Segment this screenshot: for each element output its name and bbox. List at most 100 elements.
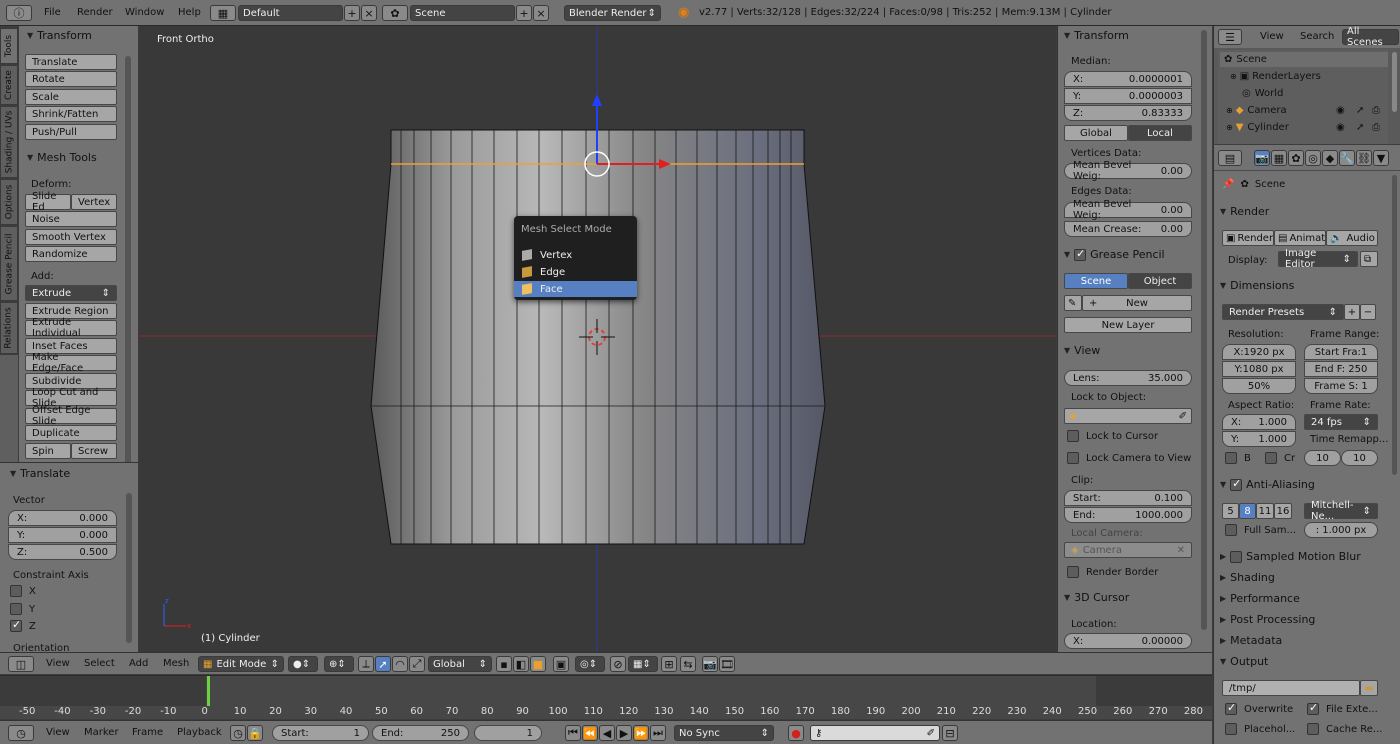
aa-samples-16[interactable]: 16 bbox=[1274, 503, 1292, 519]
placeholders-checkbox[interactable] bbox=[1225, 723, 1237, 735]
pivot-point-select[interactable]: ⊕⇕ bbox=[324, 656, 354, 672]
timeline-menu-view[interactable]: View bbox=[46, 727, 70, 738]
constraint-z-checkbox[interactable] bbox=[10, 618, 22, 632]
3d-cursor-header[interactable]: ▼ 3D Cursor bbox=[1064, 591, 1129, 604]
menu-help[interactable]: Help bbox=[178, 7, 201, 18]
menu-file[interactable]: File bbox=[44, 7, 61, 18]
grease-pencil-checkbox[interactable] bbox=[1074, 247, 1087, 261]
render-camera-icon[interactable]: ⎙ bbox=[1372, 105, 1380, 116]
timeline-menu-marker[interactable]: Marker bbox=[84, 727, 119, 738]
visibility-eye-icon[interactable]: ◉ bbox=[1336, 122, 1345, 133]
menu-window[interactable]: Window bbox=[125, 7, 164, 18]
cache-result-checkbox[interactable] bbox=[1307, 723, 1319, 735]
constraint-x-checkbox[interactable] bbox=[10, 585, 22, 597]
end-frame-field[interactable]: End: 250 bbox=[372, 725, 469, 741]
aa-samples-5[interactable]: 5 bbox=[1222, 503, 1239, 519]
filter-size-field[interactable]: : 1.000 px bbox=[1304, 522, 1378, 538]
operator-header[interactable]: ▼ Translate bbox=[10, 467, 70, 480]
render-border-checkbox[interactable] bbox=[1067, 566, 1079, 578]
data-tab-icon[interactable]: ▼ bbox=[1373, 150, 1389, 166]
translate-button[interactable]: Translate bbox=[25, 54, 117, 70]
vertex-select-item[interactable]: Vertex bbox=[514, 247, 637, 263]
face-select-item[interactable]: Face bbox=[514, 281, 637, 297]
frame-step-field[interactable]: Frame S: 1 bbox=[1304, 378, 1378, 394]
scale-manipulator-icon[interactable]: ⤢ bbox=[409, 656, 425, 672]
frame-end-field[interactable]: End F: 250 bbox=[1304, 361, 1378, 377]
keyframe-insert-icon[interactable]: ✐ bbox=[927, 728, 935, 739]
3d-viewport[interactable]: Front Ortho (1) Cylinder z x bbox=[139, 26, 1056, 652]
median-z-field[interactable]: Z: 0.83333 bbox=[1064, 105, 1192, 121]
play-icon[interactable]: ▶ bbox=[616, 725, 632, 741]
translate-manipulator-icon[interactable]: ➚ bbox=[375, 656, 391, 672]
cursor-x-field[interactable]: X: 0.00000 bbox=[1064, 633, 1192, 649]
aa-filter-select[interactable]: Mitchell-Ne... ⇕ bbox=[1304, 500, 1378, 522]
screw-button[interactable]: Screw bbox=[71, 443, 117, 459]
motion-blur-checkbox[interactable] bbox=[1230, 550, 1243, 563]
snap-toggle-icon[interactable]: ⊘ bbox=[610, 656, 626, 672]
remove-layout-icon[interactable]: × bbox=[361, 5, 377, 21]
current-frame-field[interactable]: 1 bbox=[474, 725, 542, 741]
clip-start-field[interactable]: Start: 0.100 bbox=[1064, 490, 1192, 506]
border-checkbox[interactable] bbox=[1225, 452, 1237, 464]
push-pull-button[interactable]: Push/Pull bbox=[25, 124, 117, 140]
jump-keyframe-back-icon[interactable]: ⏪ bbox=[582, 725, 598, 741]
world-tab-icon[interactable]: ◎ bbox=[1305, 150, 1321, 166]
output-header[interactable]: ▼ Output bbox=[1220, 655, 1268, 668]
vertex-bevel-weight-field[interactable]: Mean Bevel Weig: 0.00 bbox=[1064, 160, 1192, 182]
menu-select[interactable]: Select bbox=[84, 658, 115, 669]
outliner-view-menu[interactable]: View bbox=[1260, 31, 1284, 42]
frame-start-field[interactable]: Start Fra:1 bbox=[1304, 344, 1378, 360]
keying-set-field[interactable]: ⚷ ✐ bbox=[810, 725, 940, 741]
overwrite-checkbox[interactable] bbox=[1225, 701, 1237, 715]
display-select[interactable]: Image Editor ⇕ bbox=[1278, 248, 1358, 270]
vertex-select-mode-icon[interactable]: ▪ bbox=[496, 656, 512, 672]
gp-new-button[interactable]: + New bbox=[1082, 295, 1192, 311]
tab-options[interactable]: Options bbox=[0, 179, 18, 225]
outliner-scrollbar[interactable] bbox=[1392, 52, 1397, 112]
record-icon[interactable]: ● bbox=[788, 725, 804, 741]
proportional-edit-select[interactable]: ◎⇕ bbox=[575, 656, 605, 672]
eyedropper-icon[interactable]: ✐ bbox=[1179, 411, 1187, 422]
pin-icon[interactable]: 📌 bbox=[1222, 179, 1234, 190]
tab-tools[interactable]: Tools bbox=[0, 28, 18, 64]
properties-scrollbar[interactable] bbox=[1392, 175, 1397, 475]
shading-header[interactable]: ▶ Shading bbox=[1220, 571, 1275, 584]
smooth-vertex-button[interactable]: Smooth Vertex bbox=[25, 229, 117, 245]
render-layers-tab-icon[interactable]: ▦ bbox=[1271, 150, 1287, 166]
vector-y-field[interactable]: Y: 0.000 bbox=[8, 527, 117, 543]
outliner-item-renderlayers[interactable]: ⊕ ▣ RenderLayers bbox=[1230, 69, 1321, 84]
scene-tab-icon[interactable]: ✿ bbox=[1288, 150, 1304, 166]
select-arrow-icon[interactable]: ➚ bbox=[1356, 122, 1364, 133]
local-camera-field[interactable]: ◈ Camera ✕ bbox=[1064, 542, 1192, 558]
properties-editor-icon[interactable]: ▤ bbox=[1218, 150, 1242, 166]
loop-cut-button[interactable]: Loop Cut and Slide bbox=[25, 387, 117, 409]
scene-icon[interactable]: ✿ bbox=[382, 5, 408, 21]
remove-scene-icon[interactable]: × bbox=[533, 5, 549, 21]
menu-render[interactable]: Render bbox=[77, 7, 113, 18]
operator-scrollbar[interactable] bbox=[126, 493, 132, 643]
add-preset-button[interactable]: + bbox=[1344, 304, 1360, 320]
menu-mesh[interactable]: Mesh bbox=[163, 658, 189, 669]
time-remap-old-field[interactable]: 10 bbox=[1304, 450, 1341, 466]
view-header[interactable]: ▼ View bbox=[1064, 344, 1100, 357]
vector-z-field[interactable]: Z: 0.500 bbox=[8, 544, 117, 560]
animation-button[interactable]: ▤ Animati bbox=[1274, 230, 1328, 246]
outliner-item-cylinder[interactable]: ⊕ ▼ Cylinder ◉ ➚ ⎙ bbox=[1226, 120, 1380, 135]
new-layer-button[interactable]: New Layer bbox=[1064, 317, 1192, 333]
object-tab-icon[interactable]: ◆ bbox=[1322, 150, 1338, 166]
jump-keyframe-forward-icon[interactable]: ⏩ bbox=[633, 725, 649, 741]
grease-pencil-header[interactable]: ▼Grease Pencil bbox=[1064, 247, 1165, 262]
start-frame-field[interactable]: Start: 1 bbox=[272, 725, 369, 741]
tab-grease-pencil[interactable]: Grease Pencil bbox=[0, 226, 18, 301]
outliner-item-camera[interactable]: ⊕ ◆ Camera ◉ ➚ ⎙ bbox=[1226, 103, 1380, 118]
lock-object-field[interactable]: ◈ ✐ bbox=[1064, 408, 1192, 424]
performance-header[interactable]: ▶ Performance bbox=[1220, 592, 1300, 605]
sync-mode-select[interactable]: No Sync ⇕ bbox=[674, 725, 774, 741]
modifiers-tab-icon[interactable]: 🔧 bbox=[1339, 150, 1355, 166]
clear-icon[interactable]: ✕ bbox=[1177, 545, 1185, 556]
tab-create[interactable]: Create bbox=[0, 65, 18, 105]
constraint-y-checkbox[interactable] bbox=[10, 603, 22, 615]
display-window-icon[interactable]: ⧉ bbox=[1360, 251, 1378, 267]
render-camera-icon[interactable]: ⎙ bbox=[1372, 122, 1380, 133]
face-select-mode-icon[interactable]: ■ bbox=[530, 656, 546, 672]
